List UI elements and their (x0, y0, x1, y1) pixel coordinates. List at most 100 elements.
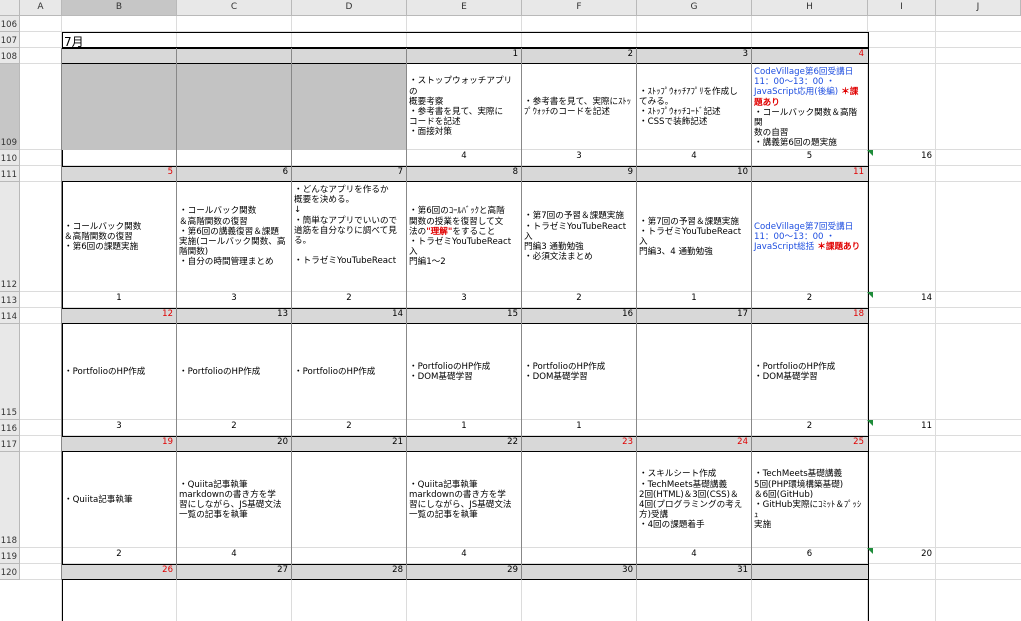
day-number-cell[interactable]: 11 (752, 166, 867, 182)
day-number-cell[interactable]: 24 (637, 436, 751, 452)
day-number-cell[interactable]: 13 (177, 308, 291, 324)
task-cell[interactable]: ・PortfolioのHP作成 ・DOM基礎学習 (522, 324, 636, 420)
daily-hours-cell[interactable]: 5 (752, 150, 867, 166)
day-number-cell[interactable]: 2 (522, 48, 636, 64)
daily-hours-cell[interactable] (62, 150, 176, 166)
task-cell[interactable]: CodeVillage第7回受講日 11：00～13：00 ・JavaScrip… (752, 182, 867, 292)
day-number-cell[interactable]: 7 (292, 166, 406, 182)
column-header-i[interactable]: I (868, 0, 936, 16)
day-number-cell[interactable]: 19 (62, 436, 176, 452)
task-cell[interactable]: ・PortfolioのHP作成 ・DOM基礎学習 (407, 324, 521, 420)
task-cell[interactable]: ・PortfolioのHP作成 (292, 324, 406, 420)
column-header-e[interactable]: E (407, 0, 522, 16)
daily-hours-cell[interactable]: 4 (407, 150, 521, 166)
task-cell[interactable]: ・スキルシート作成 ・TechMeets基礎講義 2回(HTML)＆3回(CSS… (637, 452, 751, 548)
task-cell[interactable]: ・ｽﾄｯﾌﾟｳｫｯﾁｱﾌﾟﾘを作成し てみる。 ・ｽﾄｯﾌﾟｳｫｯﾁｺｰﾄﾞ記述… (637, 64, 751, 150)
daily-hours-cell[interactable]: 4 (407, 548, 521, 564)
day-number-cell[interactable]: 20 (177, 436, 291, 452)
column-header-j[interactable]: J (936, 0, 1021, 16)
task-cell[interactable] (292, 64, 406, 150)
row-header-113[interactable]: 113 (0, 292, 20, 308)
day-number-cell[interactable]: 18 (752, 308, 867, 324)
daily-hours-cell[interactable]: 1 (522, 420, 636, 436)
daily-hours-cell[interactable]: 6 (752, 548, 867, 564)
daily-hours-cell[interactable]: 3 (522, 150, 636, 166)
daily-hours-cell[interactable]: 4 (637, 548, 751, 564)
day-number-cell[interactable]: 31 (637, 564, 751, 580)
day-number-cell[interactable]: 30 (522, 564, 636, 580)
day-number-cell[interactable]: 12 (62, 308, 176, 324)
daily-hours-cell[interactable]: 2 (62, 548, 176, 564)
day-number-cell[interactable]: 26 (62, 564, 176, 580)
row-header-120[interactable]: 120 (0, 564, 20, 580)
daily-hours-cell[interactable]: 2 (522, 292, 636, 308)
row-header-108[interactable]: 108 (0, 48, 20, 64)
column-header-b[interactable]: B (62, 0, 177, 16)
daily-hours-cell[interactable]: 3 (177, 292, 291, 308)
task-cell[interactable]: ・どんなアプリを作るか 概要を決める。 ↓ ・簡単なアプリでいいので 道筋を自分… (292, 182, 406, 292)
daily-hours-cell[interactable]: 2 (177, 420, 291, 436)
daily-hours-cell[interactable]: 3 (407, 292, 521, 308)
daily-hours-cell[interactable]: 3 (62, 420, 176, 436)
day-number-cell[interactable]: 5 (62, 166, 176, 182)
row-header-115[interactable]: 115 (0, 324, 20, 420)
day-number-cell[interactable]: 28 (292, 564, 406, 580)
day-number-cell[interactable]: 3 (637, 48, 751, 64)
day-number-cell[interactable]: 22 (407, 436, 521, 452)
column-header-f[interactable]: F (522, 0, 637, 16)
day-number-cell[interactable]: 21 (292, 436, 406, 452)
weekly-total-cell[interactable]: 14 (868, 292, 936, 308)
day-number-cell[interactable]: 27 (177, 564, 291, 580)
daily-hours-cell[interactable]: 1 (62, 292, 176, 308)
day-number-cell[interactable] (177, 48, 291, 64)
task-cell[interactable] (522, 452, 636, 548)
column-header-h[interactable]: H (752, 0, 868, 16)
column-header-c[interactable]: C (177, 0, 292, 16)
daily-hours-cell[interactable]: 4 (177, 548, 291, 564)
day-number-cell[interactable]: 14 (292, 308, 406, 324)
day-number-cell[interactable] (752, 564, 867, 580)
task-cell[interactable]: ・Quiita記事執筆 markdownの書き方を学 習にしながら、JS基礎文法… (177, 452, 291, 548)
daily-hours-cell[interactable] (637, 420, 751, 436)
task-cell[interactable]: ・参考書を見て、実際にｽﾄｯﾌﾟｳｫｯﾁのコードを記述 (522, 64, 636, 150)
select-all-corner[interactable] (0, 0, 20, 16)
daily-hours-cell[interactable]: 2 (752, 420, 867, 436)
row-header-118[interactable]: 118 (0, 452, 20, 548)
task-cell[interactable]: ・PortfolioのHP作成 (62, 324, 176, 420)
daily-hours-cell[interactable]: 2 (292, 420, 406, 436)
weekly-total-cell[interactable]: 16 (868, 150, 936, 166)
day-number-cell[interactable] (292, 48, 406, 64)
day-number-cell[interactable]: 17 (637, 308, 751, 324)
task-cell[interactable]: ・第6回のｺｰﾙﾊﾞｯｸと高階 関数の授業を復習して文 法の"理解"をすること … (407, 182, 521, 292)
day-number-cell[interactable]: 1 (407, 48, 521, 64)
day-number-cell[interactable]: 10 (637, 166, 751, 182)
daily-hours-cell[interactable] (522, 548, 636, 564)
task-cell[interactable]: ・第7回の予習＆課題実施 ・トラゼミYouTubeReact入 門編3、4 通勤… (637, 182, 751, 292)
daily-hours-cell[interactable]: 1 (637, 292, 751, 308)
day-number-cell[interactable]: 9 (522, 166, 636, 182)
day-number-cell[interactable]: 29 (407, 564, 521, 580)
weekly-total-cell[interactable]: 20 (868, 548, 936, 564)
day-number-cell[interactable] (62, 48, 176, 64)
task-cell[interactable] (292, 452, 406, 548)
task-cell[interactable]: ・Quiita記事執筆 markdownの書き方を学 習にしながら、JS基礎文法… (407, 452, 521, 548)
day-number-cell[interactable]: 25 (752, 436, 867, 452)
row-header-116[interactable]: 116 (0, 420, 20, 436)
task-cell[interactable]: ・コールバック関数 ＆高階関数の復習 ・第6回の課題実施 (62, 182, 176, 292)
column-header-a[interactable]: A (20, 0, 62, 16)
row-header-114[interactable]: 114 (0, 308, 20, 324)
weekly-total-cell[interactable]: 11 (868, 420, 936, 436)
day-number-cell[interactable]: 6 (177, 166, 291, 182)
row-header-107[interactable]: 107 (0, 32, 20, 48)
row-header-117[interactable]: 117 (0, 436, 20, 452)
task-cell[interactable]: CodeVillage第6回受講日 11：00～13：00 ・JavaScrip… (752, 64, 867, 150)
column-header-d[interactable]: D (292, 0, 407, 16)
day-number-cell[interactable]: 8 (407, 166, 521, 182)
daily-hours-cell[interactable]: 2 (752, 292, 867, 308)
task-cell[interactable]: ・ストップウォッチアプリの 概要考察 ・参考書を見て、実際に コードを記述 ・面… (407, 64, 521, 150)
daily-hours-cell[interactable] (292, 548, 406, 564)
daily-hours-cell[interactable]: 2 (292, 292, 406, 308)
task-cell[interactable]: ・Quiita記事執筆 (62, 452, 176, 548)
task-cell[interactable] (62, 64, 176, 150)
task-cell[interactable]: ・TechMeets基礎講義 5回(PHP環境構築基礎) ＆6回(GitHub)… (752, 452, 867, 548)
